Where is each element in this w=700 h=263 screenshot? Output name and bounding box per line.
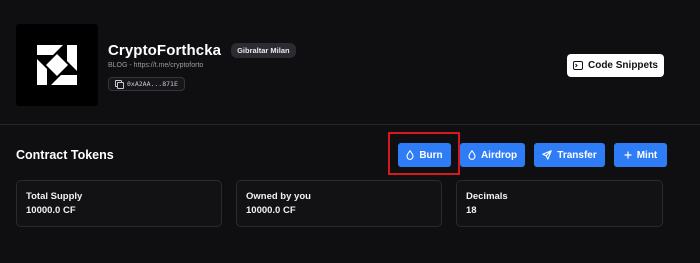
stat-label: Decimals (466, 191, 508, 202)
plus-icon (624, 151, 632, 159)
contract-header: CryptoForthcka Gibraltar Milan BLOG - ht… (0, 0, 700, 125)
pinwheel-logo-icon (37, 45, 77, 85)
section-title: Contract Tokens (16, 148, 114, 162)
send-icon (542, 150, 553, 160)
contract-logo (16, 24, 98, 106)
stat-label: Owned by you (246, 191, 311, 202)
stat-value: 10000.0 CF (26, 205, 76, 216)
transfer-label: Transfer (557, 149, 597, 161)
airdrop-label: Airdrop (480, 149, 518, 161)
burn-highlight-box (388, 132, 460, 175)
stat-card-total-supply: Total Supply 10000.0 CF (16, 180, 222, 227)
code-snippets-button[interactable]: Code Snippets (567, 54, 664, 77)
terminal-icon (572, 61, 583, 70)
address-copy-button[interactable]: 0xA2AA...871E (108, 77, 185, 91)
mint-button[interactable]: Mint (614, 143, 667, 167)
airdrop-button[interactable]: Airdrop (460, 143, 525, 167)
contract-title: CryptoForthcka (108, 42, 222, 59)
token-stats: Total Supply 10000.0 CF Owned by you 100… (16, 180, 663, 227)
stat-value: 18 (466, 205, 477, 216)
blog-link[interactable]: BLOG - https://t.me/cryptoforto (108, 62, 203, 69)
drop-icon (468, 150, 476, 160)
copy-icon (115, 80, 124, 89)
stat-label: Total Supply (26, 191, 83, 202)
code-snippets-label: Code Snippets (587, 60, 658, 71)
stat-card-owned: Owned by you 10000.0 CF (236, 180, 442, 227)
owner-badge: Gibraltar Milan (231, 43, 296, 58)
stat-card-decimals: Decimals 18 (456, 180, 663, 227)
stat-value: 10000.0 CF (246, 205, 296, 216)
transfer-button[interactable]: Transfer (534, 143, 605, 167)
mint-label: Mint (636, 149, 658, 161)
contract-address: 0xA2AA...871E (127, 80, 178, 88)
